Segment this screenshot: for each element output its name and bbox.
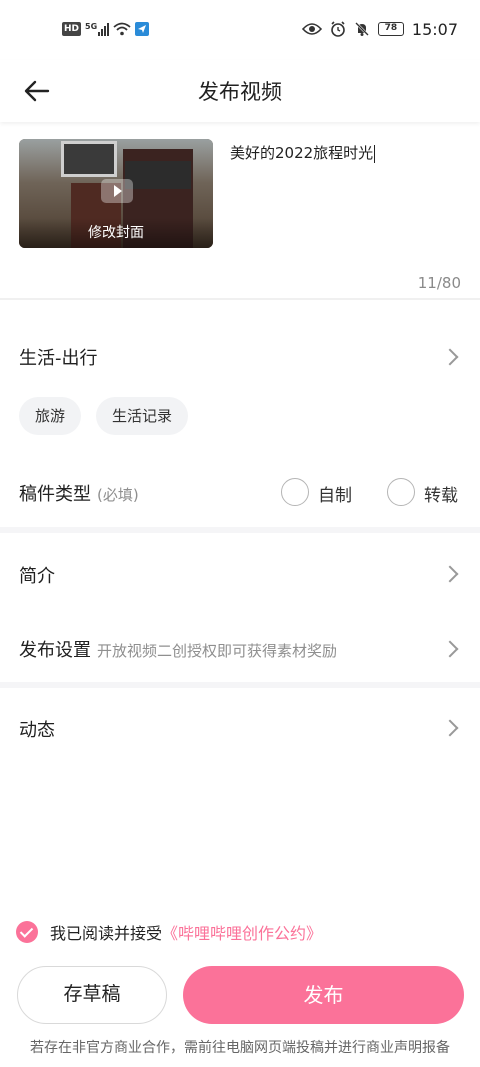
video-title-input[interactable]: 美好的2022旅程时光 (230, 142, 376, 163)
status-right: 78 15:07 (301, 19, 458, 39)
intro-label: 简介 (19, 566, 55, 587)
edit-cover-label[interactable]: 修改封面 (19, 222, 213, 242)
battery-icon: 78 (377, 22, 404, 36)
intro-row[interactable]: 简介 (19, 562, 55, 588)
publish-settings-label: 发布设置 (19, 640, 91, 661)
mute-bell-icon (355, 22, 369, 36)
divider (0, 527, 480, 533)
play-icon (101, 179, 133, 203)
tag-life-record[interactable]: 生活记录 (96, 397, 189, 435)
text-caret (374, 144, 376, 163)
status-time: 15:07 (411, 19, 458, 39)
top-bar: 发布视频 (0, 60, 480, 122)
radio-original[interactable] (281, 478, 309, 506)
thumb-stereo (125, 161, 191, 189)
publish-button[interactable]: 发布 (183, 966, 464, 1024)
divider (0, 298, 480, 300)
agreement-link[interactable]: 《哔哩哔哩创作公约》 (162, 920, 322, 944)
status-bar: HD 5G 78 15:07 (0, 0, 480, 60)
checkbox-checked-icon[interactable] (16, 921, 38, 943)
signal-icon: 5G (85, 22, 110, 36)
required-hint: (必填) (97, 486, 139, 504)
page-title: 发布视频 (198, 80, 282, 104)
publish-settings-hint: 开放视频二创授权即可获得素材奖励 (97, 642, 338, 660)
radio-repost-label[interactable]: 转载 (424, 481, 458, 506)
publish-settings-row[interactable]: 发布设置 开放视频二创授权即可获得素材奖励 (19, 636, 337, 662)
radio-original-label[interactable]: 自制 (318, 481, 352, 506)
video-title-text: 美好的2022旅程时光 (230, 144, 374, 162)
category-row[interactable]: 生活-出行 (19, 344, 98, 370)
wifi-icon (113, 22, 131, 36)
dynamic-label: 动态 (19, 720, 55, 741)
category-label: 生活-出行 (19, 348, 98, 369)
alarm-icon (331, 21, 345, 37)
status-left: HD 5G (62, 20, 150, 38)
tag-travel[interactable]: 旅游 (19, 397, 82, 435)
radio-repost[interactable] (387, 478, 415, 506)
location-icon (135, 22, 150, 36)
manuscript-type-row: 稿件类型 (必填) (19, 480, 139, 506)
dynamic-row[interactable]: 动态 (19, 716, 55, 742)
thumb-tv (61, 141, 117, 177)
agreement-row[interactable]: 我已阅读并接受 《哔哩哔哩创作公约》 (16, 920, 322, 944)
chevron-right-icon[interactable] (441, 719, 459, 737)
network-label: 5G (85, 22, 98, 31)
footer-notice: 若存在非官方商业合作，需前往电脑网页端投稿并进行商业声明报备 (30, 1040, 450, 1056)
manuscript-type-label: 稿件类型 (19, 484, 91, 505)
video-thumbnail[interactable]: 修改封面 (19, 139, 213, 248)
eye-icon (301, 23, 322, 35)
divider (0, 682, 480, 688)
title-char-counter: 11/80 (417, 274, 461, 292)
chevron-right-icon[interactable] (441, 640, 459, 658)
save-draft-button[interactable]: 存草稿 (17, 966, 167, 1024)
chevron-right-icon[interactable] (441, 565, 459, 583)
hd-badge: HD (62, 22, 82, 36)
chevron-right-icon[interactable] (441, 348, 459, 366)
agreement-text: 我已阅读并接受 (50, 924, 163, 943)
